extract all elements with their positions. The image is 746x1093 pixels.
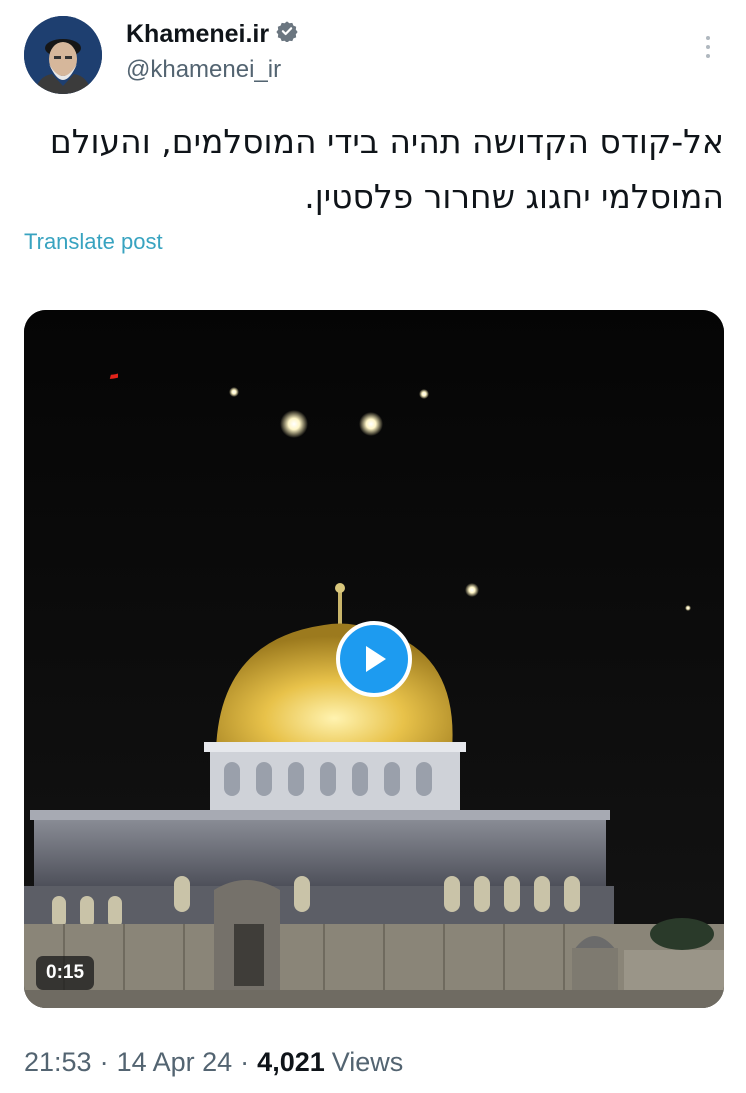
- play-icon: [366, 646, 386, 672]
- verified-badge-icon: [276, 20, 298, 49]
- avatar-image: [24, 16, 102, 94]
- post-text: אל-קודס הקדושה תהיה בידי המוסלמים, והעול…: [24, 114, 724, 224]
- post-text-line: אל-קודס הקדושה תהיה בידי המוסלמים, והעול…: [49, 122, 724, 161]
- author-display-name[interactable]: Khamenei.ir: [126, 20, 298, 49]
- meta-separator: ·: [99, 1047, 109, 1077]
- play-button[interactable]: [336, 621, 412, 697]
- svg-text:نگار: نگار: [109, 338, 118, 379]
- author-avatar[interactable]: [24, 16, 102, 94]
- author-handle[interactable]: @khamenei_ir: [126, 56, 281, 84]
- more-options-button[interactable]: [692, 30, 724, 64]
- post-meta: 21:53 · 14 Apr 24 · 4,021 Views: [24, 1047, 403, 1078]
- translate-post-link[interactable]: Translate post: [24, 229, 163, 255]
- post-time[interactable]: 21:53: [24, 1047, 92, 1078]
- video-player[interactable]: نگار 0:15: [24, 310, 724, 1008]
- meta-separator: ·: [240, 1047, 250, 1077]
- video-duration: 0:15: [36, 956, 95, 990]
- views-count[interactable]: 4,021: [257, 1047, 325, 1078]
- more-icon: [706, 36, 710, 40]
- post-date[interactable]: 14 Apr 24: [117, 1047, 233, 1078]
- watermark-logo: نگار: [54, 332, 118, 380]
- views-label[interactable]: Views: [332, 1047, 404, 1078]
- display-name-text: Khamenei.ir: [126, 20, 270, 48]
- post-text-line: המוסלמי יחגוג שחרור פלסטין.: [304, 177, 724, 216]
